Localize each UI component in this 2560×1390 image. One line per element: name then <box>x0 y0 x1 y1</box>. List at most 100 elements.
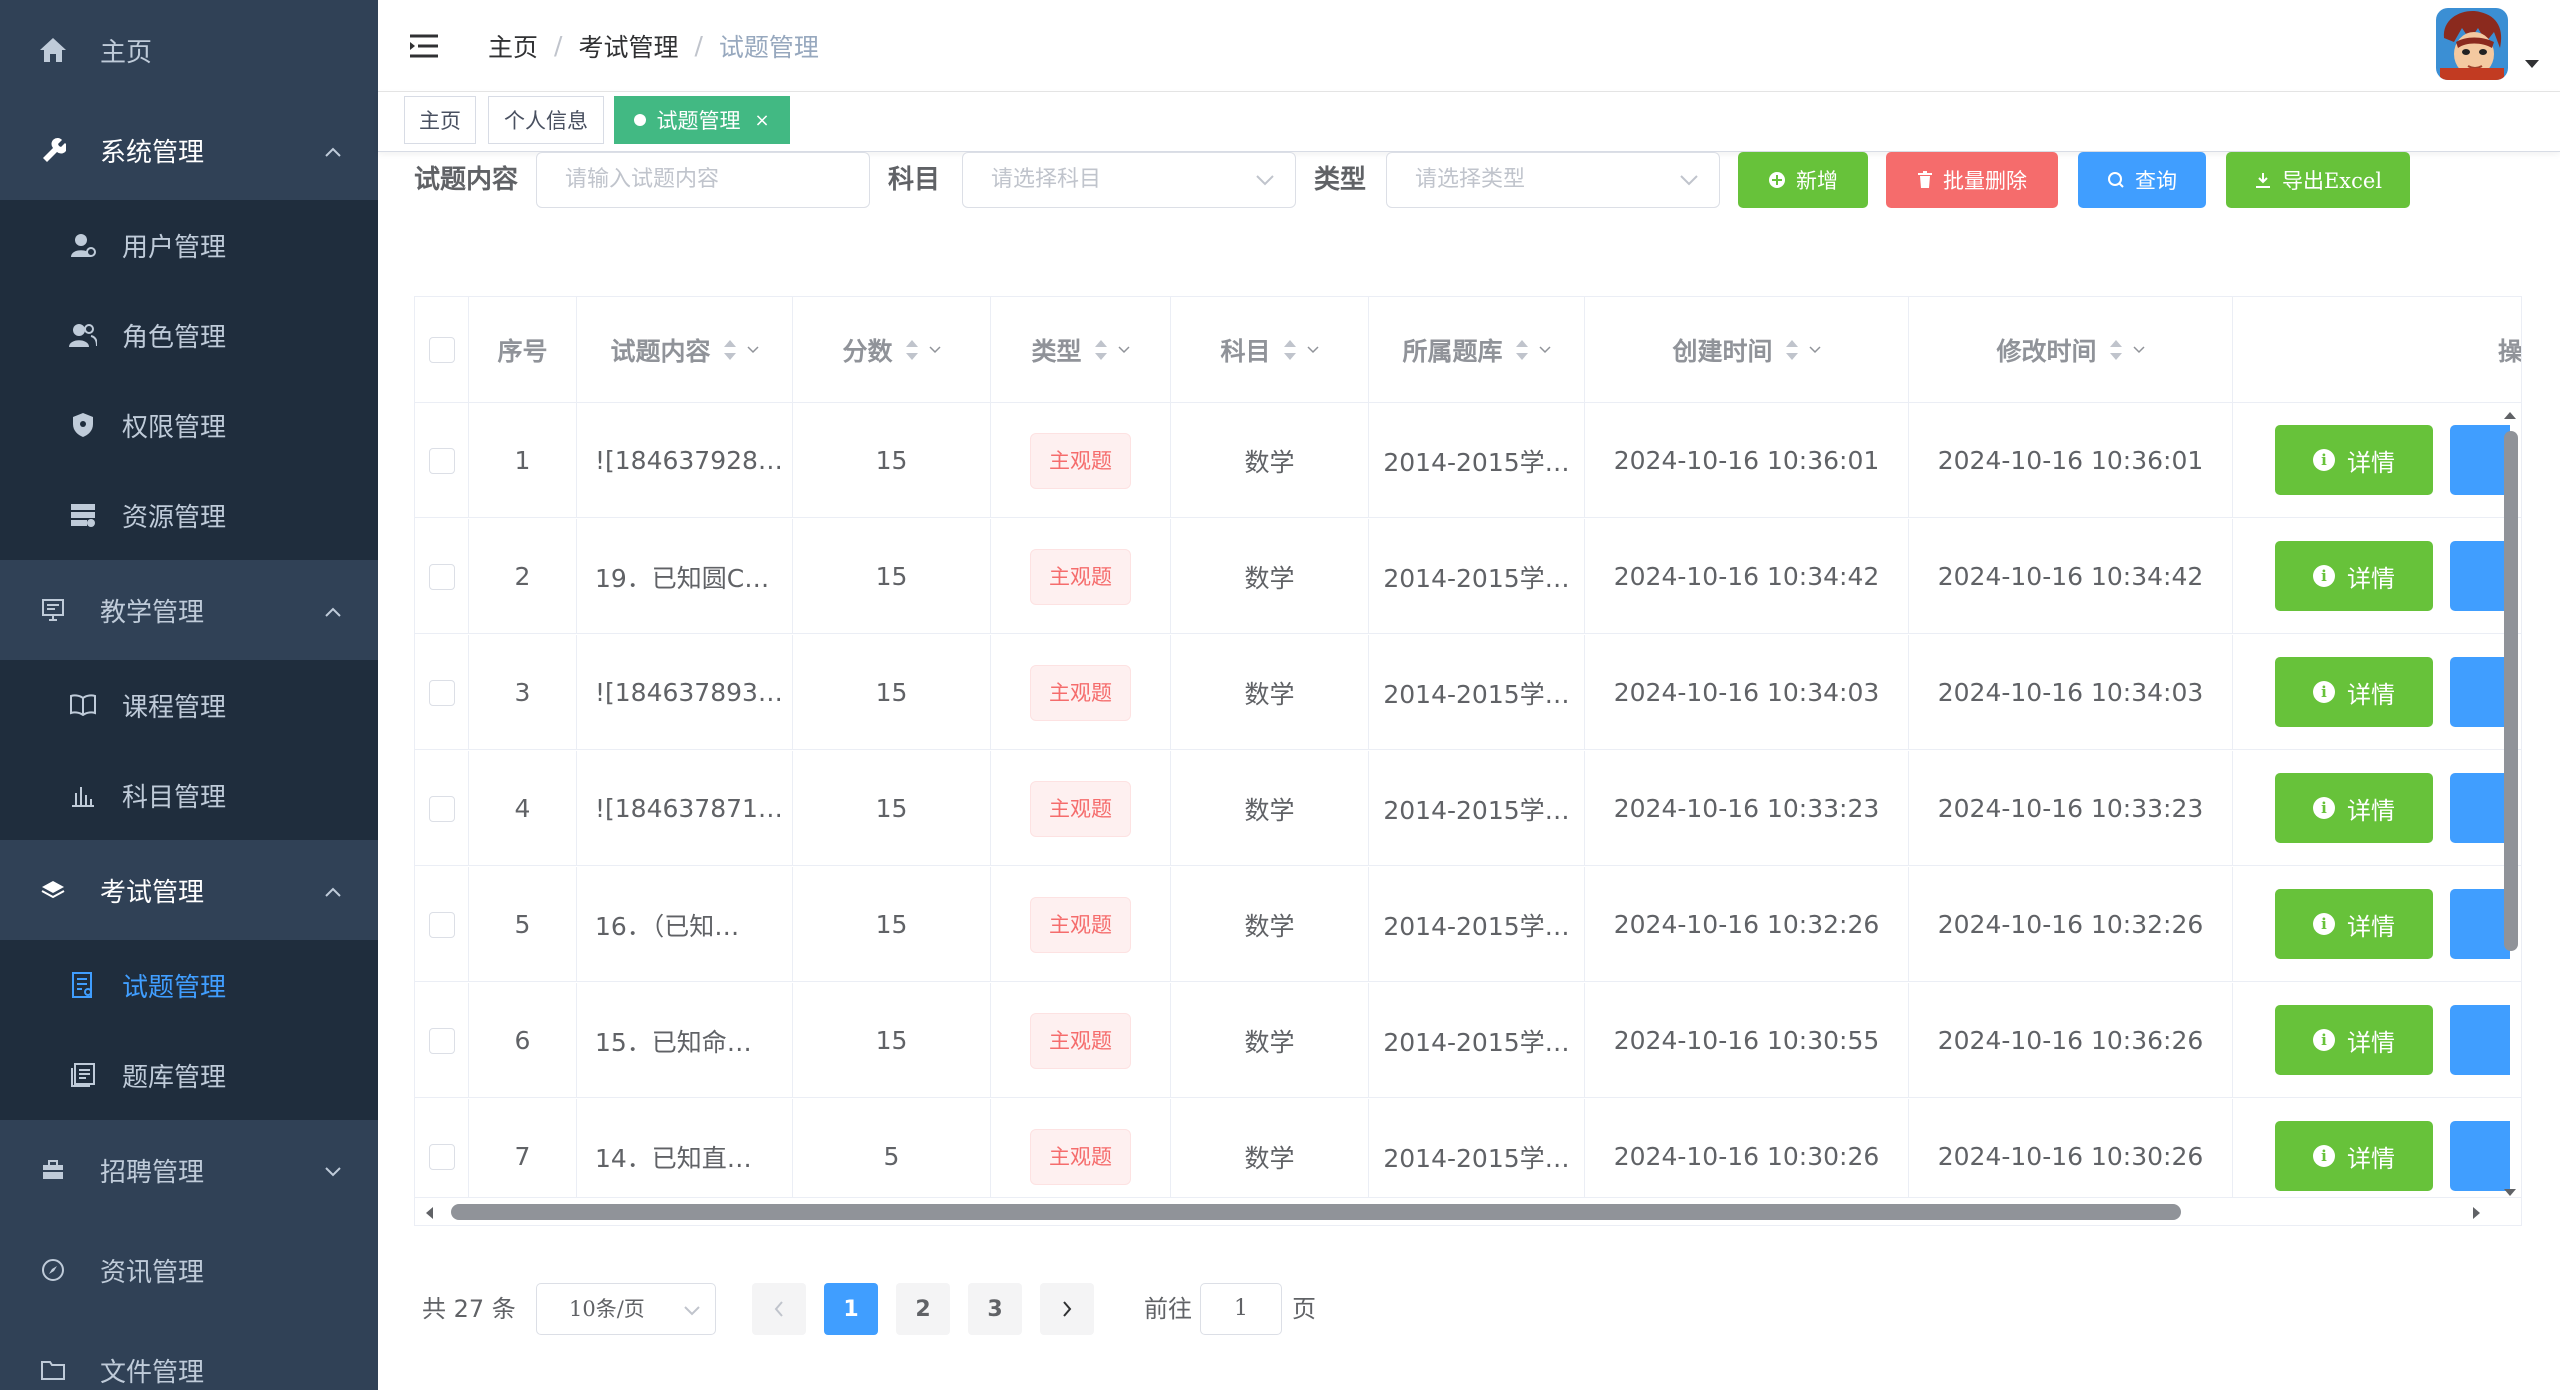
page-button-3[interactable]: 3 <box>968 1283 1022 1335</box>
filter-arrow-icon[interactable] <box>2132 346 2145 354</box>
sort-icon[interactable] <box>2109 339 2123 361</box>
type-label: 类型 <box>1314 165 1367 195</box>
column-index: 序号 <box>469 297 577 403</box>
sidebar-item-system[interactable]: 系统管理 <box>0 100 378 200</box>
page-button-1[interactable]: 1 <box>824 1283 878 1335</box>
column-content[interactable]: 试题内容 <box>577 297 793 403</box>
tag-profile[interactable]: 个人信息 <box>488 96 604 144</box>
sidebar-item-courses[interactable]: 课程管理 <box>0 660 378 750</box>
home-icon <box>36 37 70 63</box>
row-checkbox[interactable] <box>428 679 455 706</box>
detail-button[interactable]: i 详情 <box>2275 889 2433 959</box>
search-form: 试题内容 请输入试题内容 科目 请选择科目 类型 请选择类型 新增 批量删除 查… <box>414 152 2560 208</box>
avatar[interactable] <box>2436 8 2508 80</box>
sidebar-item-question-bank[interactable]: 题库管理 <box>0 1030 378 1120</box>
filter-arrow-icon[interactable] <box>1808 346 1821 354</box>
table-row: 2 19．已知圆C… 15 主观题 数学 2014-2015学… 2024-10-16 10… <box>415 519 2521 634</box>
type-select[interactable]: 请选择类型 <box>1386 152 1720 208</box>
row-checkbox[interactable] <box>428 1143 455 1170</box>
horizontal-scrollbar[interactable] <box>415 1197 2521 1225</box>
sidebar: 主页 系统管理 用户管理 角色管理 权限管理 资源管理 教学管理 课程管理 科目… <box>0 0 378 1390</box>
column-type[interactable]: 类型 <box>991 297 1171 403</box>
type-tag: 主观题 <box>1030 1128 1131 1185</box>
breadcrumb-home[interactable]: 主页 <box>488 28 538 64</box>
cell-modified: 2024-10-16 10:33:23 <box>1909 751 2233 866</box>
page-size-select[interactable]: 10条/页 <box>536 1283 716 1335</box>
sidebar-item-exams[interactable]: 考试管理 <box>0 840 378 940</box>
column-subject[interactable]: 科目 <box>1171 297 1369 403</box>
subject-select[interactable]: 请选择科目 <box>962 152 1296 208</box>
query-button[interactable]: 查询 <box>2078 152 2206 208</box>
hamburger-icon[interactable] <box>408 28 444 64</box>
sidebar-item-roles[interactable]: 角色管理 <box>0 290 378 380</box>
detail-button[interactable]: i 详情 <box>2275 541 2433 611</box>
sort-icon[interactable] <box>905 339 919 361</box>
plus-circle-icon <box>1768 171 1786 189</box>
vertical-scrollbar[interactable] <box>2500 409 2520 1199</box>
column-modified[interactable]: 修改时间 <box>1909 297 2233 403</box>
sort-icon[interactable] <box>1283 339 1297 361</box>
sidebar-item-files[interactable]: 文件管理 <box>0 1320 378 1390</box>
detail-button[interactable]: i 详情 <box>2275 425 2433 495</box>
compass-icon <box>36 1258 70 1282</box>
cell-score: 15 <box>793 519 991 634</box>
sidebar-item-home[interactable]: 主页 <box>0 0 378 100</box>
detail-button[interactable]: i 详情 <box>2275 1005 2433 1075</box>
filter-arrow-icon[interactable] <box>1306 346 1319 354</box>
close-icon[interactable]: × <box>754 110 769 131</box>
next-page-button[interactable] <box>1040 1283 1094 1335</box>
sort-icon[interactable] <box>1515 339 1529 361</box>
goto-page-input[interactable]: 1 <box>1200 1283 1282 1335</box>
sidebar-item-permissions[interactable]: 权限管理 <box>0 380 378 470</box>
detail-button[interactable]: i 详情 <box>2275 657 2433 727</box>
sort-icon[interactable] <box>1785 339 1799 361</box>
batch-delete-button[interactable]: 批量删除 <box>1886 152 2058 208</box>
column-score[interactable]: 分数 <box>793 297 991 403</box>
detail-button[interactable]: i 详情 <box>2275 1121 2433 1191</box>
row-checkbox[interactable] <box>428 563 455 590</box>
sidebar-item-teaching[interactable]: 教学管理 <box>0 560 378 660</box>
row-select-cell <box>415 867 469 982</box>
scroll-right-icon[interactable] <box>2471 1205 2483 1221</box>
sidebar-item-recruitment[interactable]: 招聘管理 <box>0 1120 378 1220</box>
scroll-up-icon[interactable] <box>2502 409 2518 421</box>
filter-arrow-icon[interactable] <box>928 346 941 354</box>
export-excel-button[interactable]: 导出Excel <box>2226 152 2410 208</box>
vertical-scroll-thumb[interactable] <box>2504 431 2518 951</box>
select-all-checkbox[interactable] <box>428 337 455 363</box>
caret-down-icon[interactable] <box>2524 54 2540 73</box>
scroll-left-icon[interactable] <box>423 1205 435 1221</box>
column-bank[interactable]: 所属题库 <box>1369 297 1585 403</box>
tag-home[interactable]: 主页 <box>404 96 476 144</box>
info-icon: i <box>2313 565 2335 587</box>
row-checkbox[interactable] <box>428 795 455 822</box>
content-input[interactable]: 请输入试题内容 <box>536 152 870 208</box>
row-checkbox[interactable] <box>428 447 455 474</box>
cell-type: 主观题 <box>991 867 1171 982</box>
sort-icon[interactable] <box>1094 339 1108 361</box>
row-checkbox[interactable] <box>428 1027 455 1054</box>
column-created[interactable]: 创建时间 <box>1585 297 1909 403</box>
filter-arrow-icon[interactable] <box>1538 346 1551 354</box>
sidebar-item-label: 资讯管理 <box>100 1257 205 1288</box>
prev-page-button[interactable] <box>752 1283 806 1335</box>
sidebar-item-questions[interactable]: 试题管理 <box>0 940 378 1030</box>
sidebar-item-label: 文件管理 <box>100 1357 205 1388</box>
sidebar-item-resources[interactable]: 资源管理 <box>0 470 378 560</box>
breadcrumb-exams[interactable]: 考试管理 <box>578 28 678 64</box>
board-icon <box>36 598 70 622</box>
filter-arrow-icon[interactable] <box>1117 346 1130 354</box>
cell-modified: 2024-10-16 10:32:26 <box>1909 867 2233 982</box>
row-checkbox[interactable] <box>428 911 455 938</box>
horizontal-scroll-thumb[interactable] <box>451 1204 2181 1220</box>
page-button-2[interactable]: 2 <box>896 1283 950 1335</box>
sidebar-item-subjects[interactable]: 科目管理 <box>0 750 378 840</box>
sort-icon[interactable] <box>723 339 737 361</box>
chevron-left-icon <box>774 1301 783 1317</box>
filter-arrow-icon[interactable] <box>746 346 759 354</box>
sidebar-item-users[interactable]: 用户管理 <box>0 200 378 290</box>
tag-questions[interactable]: 试题管理 × <box>614 96 790 144</box>
detail-button[interactable]: i 详情 <box>2275 773 2433 843</box>
add-button[interactable]: 新增 <box>1738 152 1868 208</box>
sidebar-item-news[interactable]: 资讯管理 <box>0 1220 378 1320</box>
